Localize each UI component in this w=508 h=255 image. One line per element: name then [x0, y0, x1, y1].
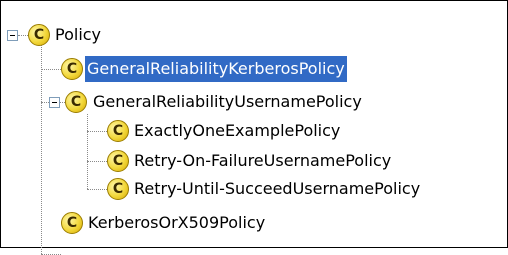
- tree-node-general-reliability-kerberos-policy[interactable]: GeneralReliabilityKerberosPolicy: [84, 55, 348, 83]
- tree-node-general-reliability-username-policy[interactable]: GeneralReliabilityUsernamePolicy: [91, 89, 364, 115]
- class-icon: C: [107, 150, 129, 172]
- class-icon: C: [61, 58, 83, 80]
- class-icon: C: [65, 91, 87, 113]
- tree-node-retry-until-succeed-username-policy[interactable]: Retry-Until-SucceedUsernamePolicy: [132, 176, 422, 202]
- tree-line: [41, 43, 42, 254]
- tree-line: [87, 114, 88, 189]
- tree-line: [41, 69, 61, 70]
- tree-node-kerberos-or-x509-policy[interactable]: KerberosOrX509Policy: [86, 210, 267, 236]
- tree-line: [41, 102, 49, 103]
- class-icon: C: [61, 212, 83, 234]
- tree-line: [87, 161, 107, 162]
- general-reliability-username-policy-collapse-toggle[interactable]: [49, 97, 60, 108]
- tree-node-exactly-one-example-policy[interactable]: ExactlyOneExamplePolicy: [132, 118, 342, 144]
- tree-node-policy[interactable]: Policy: [53, 22, 103, 48]
- class-icon: C: [28, 24, 50, 46]
- class-icon: C: [107, 120, 129, 142]
- class-icon: C: [107, 178, 129, 200]
- tree-node-retry-on-failure-username-policy[interactable]: Retry-On-FailureUsernamePolicy: [132, 148, 393, 174]
- root-collapse-toggle[interactable]: [7, 30, 18, 41]
- policy-tree: C Policy C GeneralReliabilityKerberosPol…: [1, 1, 507, 255]
- tree-line: [87, 131, 107, 132]
- policy-tree-panel: C Policy C GeneralReliabilityKerberosPol…: [0, 0, 508, 255]
- tree-line: [18, 35, 28, 36]
- tree-line: [87, 189, 107, 190]
